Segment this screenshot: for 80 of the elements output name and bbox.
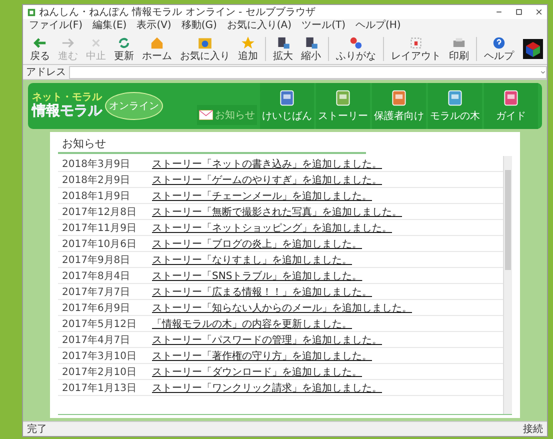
logo-subtitle: ネット・モラル (32, 93, 102, 104)
notice-date: 2017年4月7日 (62, 334, 132, 346)
layout-icon (408, 35, 424, 51)
menu-item[interactable]: 表示(V) (136, 20, 172, 32)
scrollbar[interactable] (503, 156, 512, 414)
notice-date: 2018年3月9日 (62, 158, 132, 170)
app-icon (27, 8, 36, 16)
notice-link[interactable]: ストーリー「ダウンロード」を追加しました。 (152, 364, 362, 378)
toolbar-button[interactable]: 縮小 (298, 35, 324, 62)
online-badge: オンライン (105, 92, 163, 120)
notice-date: 2017年6月9日 (62, 302, 132, 314)
nav-button[interactable]: モラルの木 (428, 83, 482, 129)
card-icon (390, 89, 408, 107)
refresh-icon (116, 35, 132, 51)
toolbar-button[interactable]: 追加 (235, 35, 261, 62)
address-label: アドレス (25, 66, 67, 79)
toolbar-button[interactable]: ふりがな (333, 35, 379, 62)
envelope-icon (199, 110, 213, 120)
card-icon (278, 89, 296, 107)
notice-date: 2017年5月12日 (62, 318, 138, 330)
status-text: 完了 (27, 422, 47, 436)
folder-icon (197, 35, 213, 51)
notice-date: 2017年8月4日 (62, 270, 132, 282)
toolbar-button[interactable]: レイアウト (388, 35, 444, 62)
toolbar-button[interactable]: ヘルプ (481, 35, 517, 62)
notice-link[interactable]: ストーリー「知らない人からのメール」を追加しました。 (152, 300, 412, 314)
notice-date: 2017年12月8日 (62, 206, 138, 218)
notice-heading: お知らせ (58, 135, 366, 154)
home-icon (149, 35, 165, 51)
toolbar-button[interactable]: 戻る (27, 35, 53, 62)
notice-link[interactable]: ストーリー「パスワードの管理」を追加しました。 (152, 332, 382, 346)
notice-date: 2017年11月9日 (62, 222, 138, 234)
address-field[interactable] (69, 66, 547, 78)
notice-date: 2017年10月6日 (62, 238, 138, 250)
toolbar-button[interactable]: 印刷 (446, 35, 472, 62)
menu-item[interactable]: ヘルプ(H) (355, 20, 401, 32)
window-title: ねんしん・ねんぽん 情報モラル オンライン - セルブブラウザ (39, 6, 316, 19)
dropdown-icon (540, 69, 546, 75)
notice-date: 2018年1月9日 (62, 190, 132, 202)
nav-button[interactable]: けいじばん (260, 83, 314, 129)
notice-link[interactable]: ストーリー「著作権の守り方」を追加しました。 (152, 348, 372, 362)
doc-icon (303, 35, 319, 51)
doc-icon (275, 35, 291, 51)
status-zone: 接続 (523, 422, 543, 436)
notice-link[interactable]: ストーリー「無断で撮影された写真」を追加しました。 (152, 204, 402, 218)
card-icon (502, 89, 520, 107)
notice-date: 2017年3月10日 (62, 350, 138, 362)
toolbar-button[interactable]: 拡大 (270, 35, 296, 62)
toolbar-button[interactable]: お気に入り (177, 35, 233, 62)
notice-link[interactable]: ストーリー「ゲームのやりすぎ」を追加しました。 (152, 172, 382, 186)
menu-item[interactable]: ツール(T) (302, 20, 346, 32)
notice-date: 2018年2月9日 (62, 174, 132, 186)
notice-link[interactable]: ストーリー「ネットの書き込み」を追加しました。 (152, 156, 382, 170)
cube-logo-icon (523, 38, 543, 58)
menu-item[interactable]: 移動(G) (181, 20, 217, 32)
notice-link[interactable]: ストーリー「チェーンメール」を追加しました。 (152, 188, 372, 202)
nav-button[interactable]: ストーリー (316, 83, 370, 129)
card-icon (334, 89, 352, 107)
notice-date: 2017年2月10日 (62, 366, 138, 378)
notice-date: 2017年7月7日 (62, 286, 132, 298)
notice-link[interactable]: ストーリー「SNSトラブル」を追加しました。 (152, 268, 362, 282)
toolbar-button[interactable]: ホーム (139, 35, 175, 62)
maximize-icon[interactable] (515, 8, 523, 16)
notice-date: 2017年1月13日 (62, 382, 138, 394)
menu-item[interactable]: ファイル(F) (29, 20, 83, 32)
notice-link[interactable]: ストーリー「ブログの炎上」を追加しました。 (152, 236, 362, 250)
menu-item[interactable]: お気に入り(A) (226, 20, 292, 32)
toolbar-button[interactable]: 更新 (111, 35, 137, 62)
nav-button[interactable]: 保護者向け (372, 83, 426, 129)
star-icon (240, 35, 256, 51)
notice-link[interactable]: ストーリー「ワンクリック請求」を追加しました。 (152, 380, 382, 394)
menu-item[interactable]: 編集(E) (92, 20, 127, 32)
notice-link[interactable]: 「情報モラルの木」の内容を更新しました。 (152, 316, 352, 330)
notice-link[interactable]: ストーリー「なりすまし」を追加しました。 (152, 252, 352, 266)
logo-title: 情報モラル (32, 104, 102, 119)
notice-link[interactable]: ストーリー「広まる情報！！」を追加しました。 (152, 284, 372, 298)
nav-button[interactable]: ガイド (484, 83, 538, 129)
notice-date: 2017年9月8日 (62, 254, 132, 266)
close-icon[interactable] (535, 8, 543, 16)
notice-link[interactable]: ストーリー「ネットショッピング」を追加しました。 (152, 220, 392, 234)
